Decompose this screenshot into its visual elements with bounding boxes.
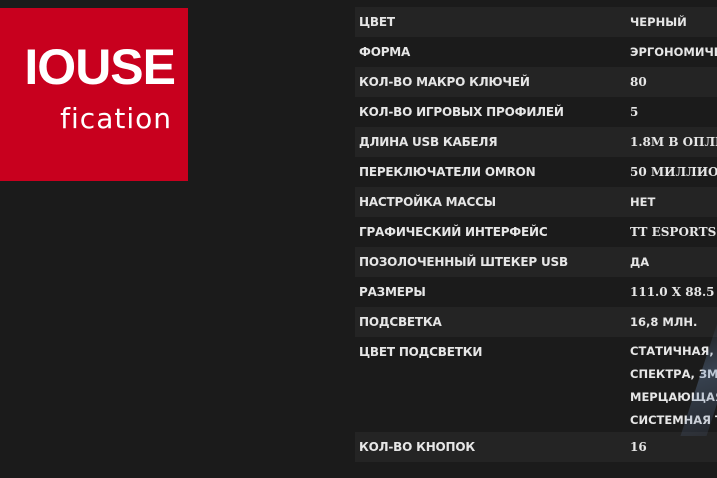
spec-row-color: ЦВЕТ ЧЕРНЫЙ <box>355 7 717 37</box>
spec-value: 80 <box>625 67 717 97</box>
spec-label: ЦВЕТ ПОДСВЕТКИ <box>355 337 625 432</box>
spec-value: ЧЕРНЫЙ <box>625 7 717 37</box>
spec-row-game-profiles: КОЛ-ВО ИГРОВЫХ ПРОФИЛЕЙ 5 <box>355 97 717 127</box>
spec-row-macro-keys: КОЛ-ВО МАКРО КЛЮЧЕЙ 80 <box>355 67 717 97</box>
spec-row-button-count: КОЛ-ВО КНОПОК 16 <box>355 432 717 462</box>
spec-label: КОЛ-ВО МАКРО КЛЮЧЕЙ <box>355 67 625 97</box>
spec-row-usb-cable-length: ДЛИНА USB КАБЕЛЯ 1.8М В ОПЛЕТК <box>355 127 717 157</box>
spec-row-backlight: ПОДСВЕТКА 16,8 МЛН. <box>355 307 717 337</box>
spec-label: ДЛИНА USB КАБЕЛЯ <box>355 127 625 157</box>
spec-value: 16 <box>625 432 717 462</box>
spec-row-dimensions: РАЗМЕРЫ 111.0 X 88.5 X <box>355 277 717 307</box>
spec-label: НАСТРОЙКА МАССЫ <box>355 187 625 217</box>
spec-value: 16,8 МЛН. <box>625 307 717 337</box>
spec-row-backlight-color: ЦВЕТ ПОДСВЕТКИ СТАТИЧНАЯ, П СПЕКТРА, ЗМЕ… <box>355 337 717 432</box>
spec-value: TT ESPORTS CO <box>625 217 717 247</box>
spec-value: ДА <box>625 247 717 277</box>
spec-value-line: СТАТИЧНАЯ, П <box>630 344 717 358</box>
spec-value: 5 <box>625 97 717 127</box>
spec-value: НЕТ <box>625 187 717 217</box>
spec-label: РАЗМЕРЫ <box>355 277 625 307</box>
spec-row-weight-tuning: НАСТРОЙКА МАССЫ НЕТ <box>355 187 717 217</box>
spec-row-shape: ФОРМА ЭРГОНОМИЧЕС <box>355 37 717 67</box>
spec-label: ПЕРЕКЛЮЧАТЕЛИ OMRON <box>355 157 625 187</box>
spec-value: 1.8М В ОПЛЕТК <box>625 127 717 157</box>
spec-label: КОЛ-ВО ИГРОВЫХ ПРОФИЛЕЙ <box>355 97 625 127</box>
spec-value: 50 МИЛЛИОНО <box>625 157 717 187</box>
spec-value-line: МЕРЦАЮЩАЯ <box>630 390 717 404</box>
spec-value-line: СПЕКТРА, ЗМЕЙ <box>630 367 717 381</box>
spec-label: ФОРМА <box>355 37 625 67</box>
brand-logo: IOUSE fication <box>0 8 188 181</box>
specifications-table: ЦВЕТ ЧЕРНЫЙ ФОРМА ЭРГОНОМИЧЕС КОЛ-ВО МАК… <box>355 7 717 462</box>
spec-label: КОЛ-ВО КНОПОК <box>355 432 625 462</box>
logo-text-line1: IOUSE <box>24 39 176 95</box>
spec-label: ЦВЕТ <box>355 7 625 37</box>
spec-value-line: СИСТЕМНАЯ ТЕ <box>630 413 717 427</box>
spec-row-gui: ГРАФИЧЕСКИЙ ИНТЕРФЕЙС TT ESPORTS CO <box>355 217 717 247</box>
spec-row-gold-usb: ПОЗОЛОЧЕННЫЙ ШТЕКЕР USB ДА <box>355 247 717 277</box>
spec-label: ПОЗОЛОЧЕННЫЙ ШТЕКЕР USB <box>355 247 625 277</box>
spec-value-multiline: СТАТИЧНАЯ, П СПЕКТРА, ЗМЕЙ МЕРЦАЮЩАЯ СИС… <box>625 337 717 432</box>
spec-label: ГРАФИЧЕСКИЙ ИНТЕРФЕЙС <box>355 217 625 247</box>
spec-row-omron-switches: ПЕРЕКЛЮЧАТЕЛИ OMRON 50 МИЛЛИОНО <box>355 157 717 187</box>
spec-label: ПОДСВЕТКА <box>355 307 625 337</box>
product-spec-page: IOUSE fication ЦВЕТ ЧЕРНЫЙ ФОРМА ЭРГОНОМ… <box>0 0 717 478</box>
spec-value: 111.0 X 88.5 X <box>625 277 717 307</box>
logo-text-line2: fication <box>60 102 172 135</box>
spec-value: ЭРГОНОМИЧЕС <box>625 37 717 67</box>
